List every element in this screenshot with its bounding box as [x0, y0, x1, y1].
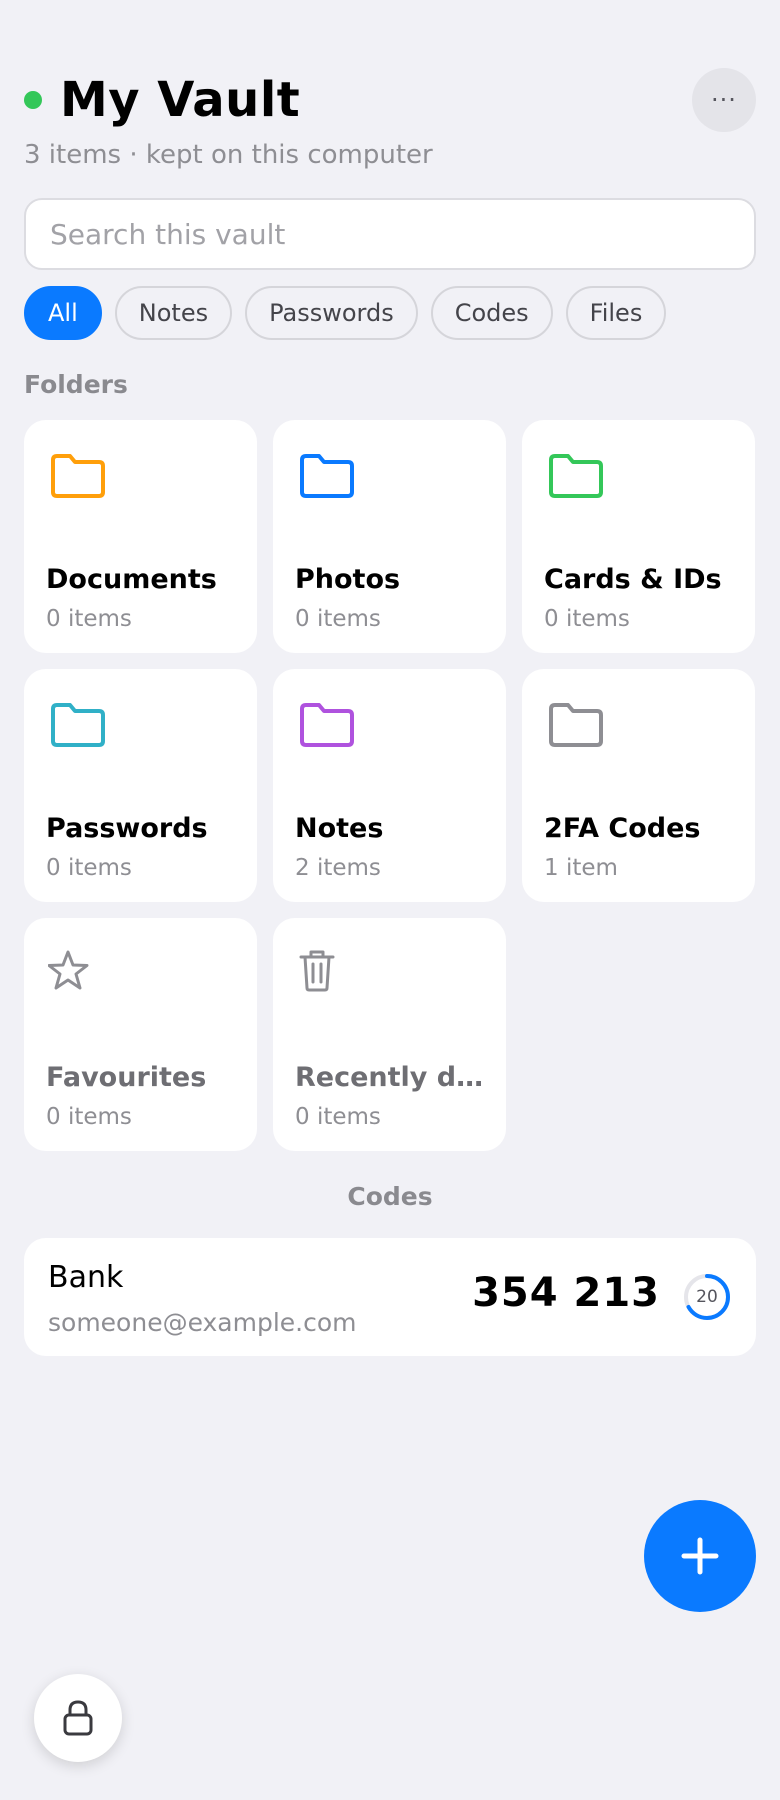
vault-summary: 3 items · kept on this computer [24, 140, 433, 170]
folder-count: 0 items [295, 606, 381, 632]
folder-name: Documents [46, 564, 217, 595]
filter-chip-files[interactable]: Files [565, 286, 667, 340]
folder-icon [549, 703, 603, 747]
vault-screen: My Vault ··· 3 items · kept on this comp… [0, 0, 780, 1800]
folder-card-documents[interactable]: Documents 0 items [24, 420, 257, 653]
filter-chip-notes[interactable]: Notes [114, 286, 233, 340]
more-options-button[interactable]: ··· [692, 68, 756, 132]
countdown-seconds: 20 [696, 1287, 718, 1307]
folder-card-cards-ids[interactable]: Cards & IDs 0 items [522, 420, 755, 653]
folder-name: Notes [295, 813, 384, 844]
folder-name: Photos [295, 564, 401, 595]
folder-card-photos[interactable]: Photos 0 items [273, 420, 506, 653]
folder-card-passwords[interactable]: Passwords 0 items [24, 669, 257, 902]
folder-grid: Documents 0 items Photos 0 items Cards &… [24, 420, 756, 1151]
header: My Vault ··· [24, 66, 756, 134]
filter-chip-all[interactable]: All [24, 286, 102, 340]
folder-icon [300, 703, 354, 747]
folder-count: 1 item [544, 855, 618, 881]
folder-icon [300, 454, 354, 498]
add-item-button[interactable] [644, 1500, 756, 1612]
folder-card-favourites[interactable]: Favourites 0 items [24, 918, 257, 1151]
trash-icon [299, 950, 335, 992]
code-account: someone@example.com [48, 1308, 357, 1337]
folder-name: Favourites [46, 1062, 207, 1093]
one-time-code[interactable]: 354 213 [472, 1270, 660, 1316]
folder-count: 0 items [544, 606, 630, 632]
folder-count: 0 items [46, 1104, 132, 1130]
folder-icon [51, 454, 105, 498]
folder-name: Cards & IDs [544, 564, 722, 595]
folder-name: 2FA Codes [544, 813, 701, 844]
folder-icon [51, 703, 105, 747]
plus-icon [681, 1537, 719, 1575]
code-issuer: Bank [48, 1260, 124, 1295]
folder-card-recently-deleted[interactable]: Recently deleted 0 items [273, 918, 506, 1151]
ellipsis-icon: ··· [711, 86, 737, 114]
filter-chip-passwords[interactable]: Passwords [245, 286, 418, 340]
folder-name: Passwords [46, 813, 208, 844]
search-input[interactable] [24, 198, 756, 270]
filter-chips: All Notes Passwords Codes Files [24, 286, 667, 340]
folder-count: 0 items [46, 606, 132, 632]
codes-heading: Codes [347, 1182, 433, 1211]
folder-icon [549, 454, 603, 498]
filter-chip-codes[interactable]: Codes [430, 286, 553, 340]
code-row-bank[interactable]: Bank someone@example.com 354 213 20 [24, 1238, 756, 1356]
folder-count: 0 items [46, 855, 132, 881]
status-dot [24, 91, 42, 109]
folder-name: Recently deleted [295, 1062, 488, 1093]
folder-card-notes[interactable]: Notes 2 items [273, 669, 506, 902]
lock-icon [63, 1700, 93, 1736]
folder-count: 2 items [295, 855, 381, 881]
lock-vault-button[interactable] [34, 1674, 122, 1762]
folder-card-2fa-codes[interactable]: 2FA Codes 1 item [522, 669, 755, 902]
star-icon [48, 950, 89, 990]
page-title: My Vault [60, 72, 301, 128]
folder-count: 0 items [295, 1104, 381, 1130]
folders-heading: Folders [24, 370, 128, 399]
